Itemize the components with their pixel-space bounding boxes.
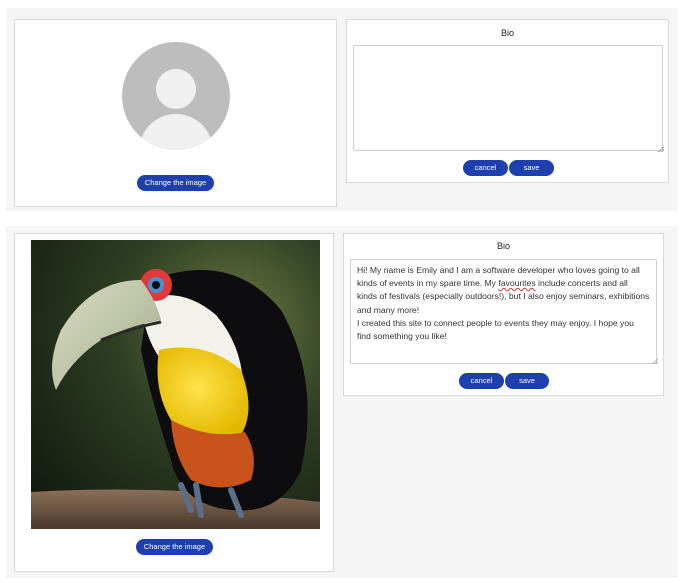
- misspelled-word: favourites: [498, 278, 536, 289]
- bio-title: Bio: [496, 241, 510, 251]
- cancel-button[interactable]: cancel: [459, 373, 504, 389]
- textarea-resize-icon[interactable]: [658, 146, 664, 152]
- bio-card: Bio cancel save: [346, 19, 669, 183]
- change-image-button[interactable]: Change the image: [137, 175, 214, 191]
- default-avatar-icon: [122, 42, 230, 150]
- bio-title: Bio: [500, 28, 514, 38]
- profile-image-card: Change the image: [14, 233, 334, 572]
- bio-textarea[interactable]: Hi! My name is Emily and I am a software…: [350, 259, 657, 364]
- cancel-button[interactable]: cancel: [463, 160, 508, 176]
- profile-image-card: Change the image: [14, 19, 337, 207]
- save-button[interactable]: save: [505, 373, 549, 389]
- textarea-resize-icon[interactable]: [652, 358, 658, 364]
- save-button[interactable]: save: [509, 160, 554, 176]
- bio-card: Bio Hi! My name is Emily and I am a soft…: [343, 233, 664, 396]
- bio-textarea[interactable]: [353, 45, 663, 151]
- change-image-button[interactable]: Change the image: [136, 539, 213, 555]
- toucan-photo: [31, 240, 320, 529]
